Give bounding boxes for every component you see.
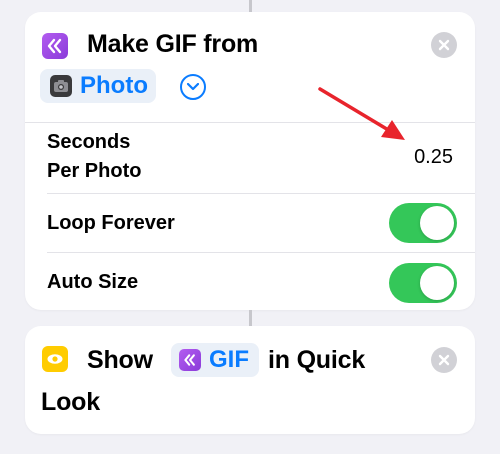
remove-action-button[interactable]: [431, 32, 457, 58]
row-divider: [47, 252, 475, 253]
gif-token-label: GIF: [209, 346, 249, 373]
make-gif-token-icon: [179, 349, 201, 371]
seconds-per-photo-value[interactable]: 0.25: [414, 146, 453, 169]
flow-connector-top: [249, 0, 252, 12]
make-gif-action-icon: [42, 33, 68, 59]
chevrons-icon: [47, 38, 62, 54]
auto-size-label: Auto Size: [47, 271, 139, 293]
make-gif-action-card: Make GIF from Photo Seconds Per Photo 0.…: [25, 12, 475, 310]
chevrons-icon: [184, 354, 195, 366]
photo-token-label: Photo: [80, 72, 148, 99]
seconds-per-photo-label: Seconds Per Photo: [47, 131, 142, 182]
close-icon: [438, 354, 450, 366]
close-icon: [438, 39, 450, 51]
show-title-prefix: Show: [87, 346, 153, 374]
show-title-line2: Look: [41, 388, 100, 416]
expand-options-button[interactable]: [180, 74, 206, 100]
eye-icon: [47, 354, 63, 364]
show-quick-look-action-card: Show GIF in Quick Look: [25, 326, 475, 434]
header-divider: [25, 122, 475, 123]
photo-input-token[interactable]: Photo: [40, 69, 156, 103]
auto-size-toggle[interactable]: [389, 263, 457, 303]
show-title-suffix: in Quick: [268, 346, 366, 374]
gif-variable-token[interactable]: GIF: [171, 343, 259, 377]
remove-action-button[interactable]: [431, 347, 457, 373]
loop-forever-label: Loop Forever: [47, 212, 175, 234]
camera-icon: [50, 75, 72, 97]
flow-connector-middle: [249, 310, 252, 326]
toggle-knob: [420, 206, 454, 240]
row-divider: [47, 193, 475, 194]
loop-forever-toggle[interactable]: [389, 203, 457, 243]
chevron-down-icon: [187, 83, 199, 91]
make-gif-title: Make GIF from: [87, 30, 259, 58]
toggle-knob: [420, 266, 454, 300]
quick-look-action-icon: [42, 346, 68, 372]
